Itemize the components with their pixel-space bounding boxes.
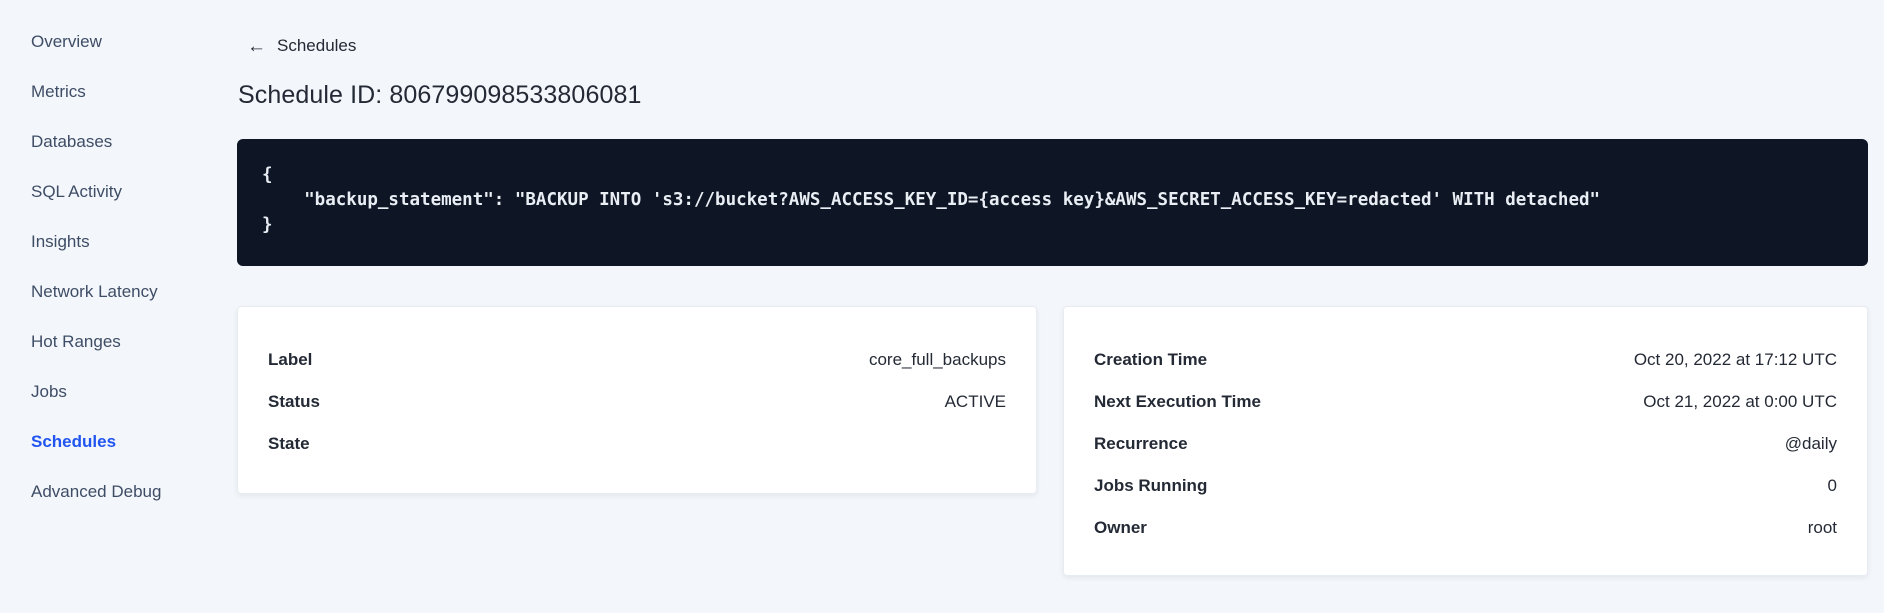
sidebar-item-advanced-debug[interactable]: Advanced Debug xyxy=(31,467,237,517)
table-row: Owner root xyxy=(1094,507,1837,549)
back-to-schedules-link[interactable]: ← Schedules xyxy=(247,36,356,56)
table-row: Jobs Running 0 xyxy=(1094,465,1837,507)
creation-time-key: Creation Time xyxy=(1094,349,1208,369)
backup-statement-code-block: { "backup_statement": "BACKUP INTO 's3:/… xyxy=(237,138,1868,266)
table-row: Recurrence @daily xyxy=(1094,423,1837,465)
sidebar-item-overview[interactable]: Overview xyxy=(31,17,237,67)
backup-statement-code: { "backup_statement": "BACKUP INTO 's3:/… xyxy=(262,164,1601,235)
main-content: ← Schedules Schedule ID: 806799098533806… xyxy=(237,0,1884,613)
owner-key: Owner xyxy=(1094,517,1147,537)
table-row: Label core_full_backups xyxy=(268,339,1006,381)
back-link-label: Schedules xyxy=(277,36,357,55)
table-row: Creation Time Oct 20, 2022 at 17:12 UTC xyxy=(1094,339,1837,381)
table-row: Status ACTIVE xyxy=(268,381,1006,423)
sidebar-item-sql-activity[interactable]: SQL Activity xyxy=(31,167,237,217)
label-key: Label xyxy=(268,349,313,369)
schedule-timing-card: Creation Time Oct 20, 2022 at 17:12 UTC … xyxy=(1063,305,1868,576)
creation-time-value: Oct 20, 2022 at 17:12 UTC xyxy=(1633,349,1837,369)
sidebar-item-databases[interactable]: Databases xyxy=(31,117,237,167)
sidebar-item-network-latency[interactable]: Network Latency xyxy=(31,267,237,317)
page-title: Schedule ID: 806799098533806081 xyxy=(238,80,642,109)
sidebar-nav: Overview Metrics Databases SQL Activity … xyxy=(0,0,237,613)
status-value: ACTIVE xyxy=(944,391,1006,411)
status-key: Status xyxy=(268,391,320,411)
sidebar-item-jobs[interactable]: Jobs xyxy=(31,367,237,417)
sidebar-item-insights[interactable]: Insights xyxy=(31,217,237,267)
jobs-running-key: Jobs Running xyxy=(1094,475,1208,495)
schedule-details-card: Label core_full_backups Status ACTIVE St… xyxy=(237,305,1037,494)
next-execution-time-key: Next Execution Time xyxy=(1094,391,1261,411)
sidebar-item-metrics[interactable]: Metrics xyxy=(31,67,237,117)
table-row: Next Execution Time Oct 21, 2022 at 0:00… xyxy=(1094,381,1837,423)
sidebar-item-schedules[interactable]: Schedules xyxy=(31,417,237,467)
state-key: State xyxy=(268,433,310,453)
back-arrow-icon: ← xyxy=(247,35,266,57)
table-row: State xyxy=(268,423,1006,465)
label-value: core_full_backups xyxy=(868,349,1006,369)
sidebar-item-hot-ranges[interactable]: Hot Ranges xyxy=(31,317,237,367)
recurrence-key: Recurrence xyxy=(1094,433,1188,453)
recurrence-value: @daily xyxy=(1784,433,1837,453)
detail-cards: Label core_full_backups Status ACTIVE St… xyxy=(237,305,1868,576)
owner-value: root xyxy=(1807,517,1837,537)
next-execution-time-value: Oct 21, 2022 at 0:00 UTC xyxy=(1643,391,1837,411)
page: Overview Metrics Databases SQL Activity … xyxy=(0,0,1884,613)
jobs-running-value: 0 xyxy=(1827,475,1837,495)
